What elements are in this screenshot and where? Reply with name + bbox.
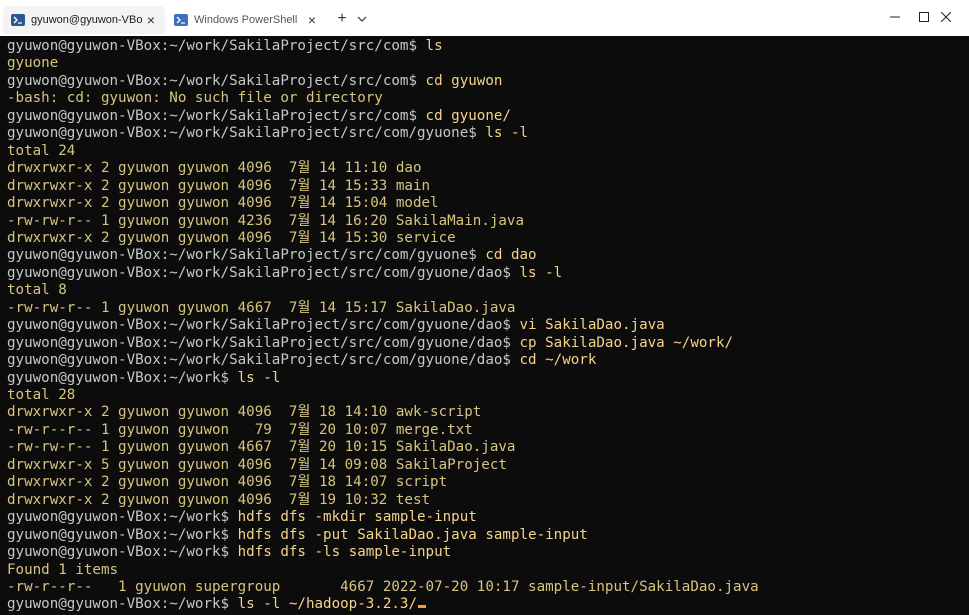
terminal-line: gyuwon@gyuwon-VBox:~/work/SakilaProject/… (7, 125, 528, 142)
title-bar: gyuwon@gyuwon-VBox: ~/v × Windows PowerS… (0, 0, 969, 37)
shell-command: hdfs dfs -ls sample-input (237, 544, 452, 561)
tab-powershell[interactable]: Windows PowerShell × (166, 6, 326, 34)
command-output: drwxrwxr-x 2 gyuwon gyuwon 4096 7월 14 15… (7, 229, 456, 246)
close-icon[interactable] (923, 0, 969, 34)
terminal-line: -rw-r--r-- 1 gyuwon supergroup 4667 2022… (7, 579, 759, 596)
command-output: -rw-r--r-- 1 gyuwon gyuwon 79 7월 20 10:0… (7, 421, 473, 438)
shell-command: cd dao (485, 247, 537, 264)
command-output: drwxrwxr-x 2 gyuwon gyuwon 4096 7월 14 11… (7, 160, 422, 177)
shell-command: ls -l ~/hadoop-3.2.3/ (237, 596, 417, 613)
shell-command: cd ~/work (519, 352, 597, 369)
terminal-line: gyuwon@gyuwon-VBox:~/work/SakilaProject/… (7, 317, 665, 334)
command-output: total 8 (7, 282, 67, 299)
command-output: drwxrwxr-x 2 gyuwon gyuwon 4096 7월 14 15… (7, 177, 431, 194)
terminal-line: -rw-rw-r-- 1 gyuwon gyuwon 4667 7월 20 10… (7, 439, 515, 456)
command-output: -rw-rw-r-- 1 gyuwon gyuwon 4236 7월 14 16… (7, 212, 525, 229)
terminal-line: gyuwon@gyuwon-VBox:~/work$ ls -l ~/hadoo… (7, 596, 426, 613)
shell-prompt: gyuwon@gyuwon-VBox:~/work$ (7, 544, 238, 561)
terminal-line: drwxrwxr-x 2 gyuwon gyuwon 4096 7월 14 15… (7, 230, 456, 247)
terminal-line: gyuwon@gyuwon-VBox:~/work/SakilaProject/… (7, 352, 596, 369)
powershell-icon (174, 14, 188, 26)
command-output: -rw-rw-r-- 1 gyuwon gyuwon 4667 7월 20 10… (7, 439, 516, 456)
terminal-line: total 28 (7, 387, 75, 404)
chevron-down-icon[interactable] (355, 10, 369, 28)
terminal-line: drwxrwxr-x 2 gyuwon gyuwon 4096 7월 18 14… (7, 404, 481, 421)
command-output: -rw-rw-r-- 1 gyuwon gyuwon 4667 7월 14 15… (7, 299, 516, 316)
shell-prompt: gyuwon@gyuwon-VBox:~/work/SakilaProject/… (7, 125, 486, 142)
terminal-line: -bash: cd: gyuwon: No such file or direc… (7, 90, 383, 107)
shell-command: hdfs dfs -mkdir sample-input (237, 509, 477, 526)
shell-prompt: gyuwon@gyuwon-VBox:~/work$ (7, 526, 238, 543)
command-output: gyuone (7, 55, 59, 72)
shell-prompt: gyuwon@gyuwon-VBox:~/work/SakilaProject/… (7, 264, 520, 281)
terminal-line: gyuwon@gyuwon-VBox:~/work/SakilaProject/… (7, 335, 733, 352)
terminal-line: -rw-rw-r-- 1 gyuwon gyuwon 4667 7월 14 15… (7, 300, 515, 317)
command-output: -rw-r--r-- 1 gyuwon supergroup 4667 2022… (7, 578, 759, 595)
shell-prompt: gyuwon@gyuwon-VBox:~/work/SakilaProject/… (7, 247, 486, 264)
terminal-icon (11, 14, 25, 26)
command-output: drwxrwxr-x 2 gyuwon gyuwon 4096 7월 18 14… (7, 474, 448, 491)
shell-command: hdfs dfs -put SakilaDao.java sample-inpu… (237, 526, 588, 543)
terminal-line: Found 1 items (7, 562, 118, 579)
shell-prompt: gyuwon@gyuwon-VBox:~/work/SakilaProject/… (7, 38, 426, 54)
terminal-line: gyuwon@gyuwon-VBox:~/work$ hdfs dfs -ls … (7, 544, 451, 561)
terminal-line: drwxrwxr-x 2 gyuwon gyuwon 4096 7월 14 15… (7, 178, 430, 195)
shell-command: ls -l (237, 369, 281, 386)
shell-command: cd gyuone/ (425, 107, 511, 124)
terminal-output[interactable]: gyuwon@gyuwon-VBox:~/work/SakilaProject/… (0, 36, 969, 615)
text-cursor (418, 605, 426, 609)
tab-label: gyuwon@gyuwon-VBox: ~/v (31, 14, 143, 26)
terminal-line: gyuwon@gyuwon-VBox:~/work$ ls -l (7, 370, 280, 387)
shell-command: cd gyuwon (425, 72, 503, 89)
terminal-line: drwxrwxr-x 5 gyuwon gyuwon 4096 7월 14 09… (7, 457, 507, 474)
terminal-line: gyuone (7, 55, 58, 72)
terminal-line: drwxrwxr-x 2 gyuwon gyuwon 4096 7월 19 10… (7, 492, 430, 509)
shell-prompt: gyuwon@gyuwon-VBox:~/work/SakilaProject/… (7, 334, 520, 351)
terminal-line: gyuwon@gyuwon-VBox:~/work/SakilaProject/… (7, 38, 443, 55)
shell-prompt: gyuwon@gyuwon-VBox:~/work/SakilaProject/… (7, 107, 426, 124)
command-output: Found 1 items (7, 561, 119, 578)
shell-command: vi SakilaDao.java (519, 317, 665, 334)
terminal-line: total 24 (7, 143, 75, 160)
terminal-line: gyuwon@gyuwon-VBox:~/work/SakilaProject/… (7, 247, 537, 264)
shell-prompt: gyuwon@gyuwon-VBox:~/work/SakilaProject/… (7, 352, 520, 369)
terminal-line: -rw-r--r-- 1 gyuwon gyuwon 79 7월 20 10:0… (7, 422, 473, 439)
command-output: drwxrwxr-x 2 gyuwon gyuwon 4096 7월 18 14… (7, 404, 482, 421)
shell-command: ls -l (485, 125, 529, 142)
terminal-line: drwxrwxr-x 2 gyuwon gyuwon 4096 7월 14 15… (7, 195, 439, 212)
terminal-line: drwxrwxr-x 2 gyuwon gyuwon 4096 7월 14 11… (7, 160, 422, 177)
shell-command: ls -l (519, 264, 563, 281)
new-tab-button[interactable]: + (333, 10, 351, 28)
shell-prompt: gyuwon@gyuwon-VBox:~/work/SakilaProject/… (7, 317, 520, 334)
command-output: total 24 (7, 142, 76, 159)
terminal-line: gyuwon@gyuwon-VBox:~/work$ hdfs dfs -put… (7, 527, 588, 544)
terminal-line: total 8 (7, 282, 67, 299)
shell-command: cp SakilaDao.java ~/work/ (519, 334, 734, 351)
tab-terminal[interactable]: gyuwon@gyuwon-VBox: ~/v × (3, 6, 165, 34)
terminal-line: gyuwon@gyuwon-VBox:~/work$ hdfs dfs -mkd… (7, 509, 477, 526)
terminal-line: drwxrwxr-x 2 gyuwon gyuwon 4096 7월 18 14… (7, 474, 447, 491)
command-output: drwxrwxr-x 2 gyuwon gyuwon 4096 7월 19 10… (7, 491, 431, 508)
command-output: drwxrwxr-x 5 gyuwon gyuwon 4096 7월 14 09… (7, 456, 507, 473)
tab-label: Windows PowerShell (194, 14, 298, 26)
terminal-line: gyuwon@gyuwon-VBox:~/work/SakilaProject/… (7, 73, 502, 90)
shell-prompt: gyuwon@gyuwon-VBox:~/work/SakilaProject/… (7, 72, 426, 89)
terminal-line: gyuwon@gyuwon-VBox:~/work/SakilaProject/… (7, 265, 562, 282)
shell-command: ls (425, 38, 443, 54)
shell-prompt: gyuwon@gyuwon-VBox:~/work$ (7, 596, 238, 613)
close-icon[interactable]: × (143, 12, 159, 28)
shell-prompt: gyuwon@gyuwon-VBox:~/work$ (7, 369, 238, 386)
shell-prompt: gyuwon@gyuwon-VBox:~/work$ (7, 509, 238, 526)
command-output: drwxrwxr-x 2 gyuwon gyuwon 4096 7월 14 15… (7, 195, 439, 212)
close-icon[interactable]: × (304, 12, 320, 28)
terminal-line: -rw-rw-r-- 1 gyuwon gyuwon 4236 7월 14 16… (7, 213, 524, 230)
command-output: -bash: cd: gyuwon: No such file or direc… (7, 90, 383, 107)
terminal-line: gyuwon@gyuwon-VBox:~/work/SakilaProject/… (7, 108, 511, 125)
command-output: total 28 (7, 387, 76, 403)
